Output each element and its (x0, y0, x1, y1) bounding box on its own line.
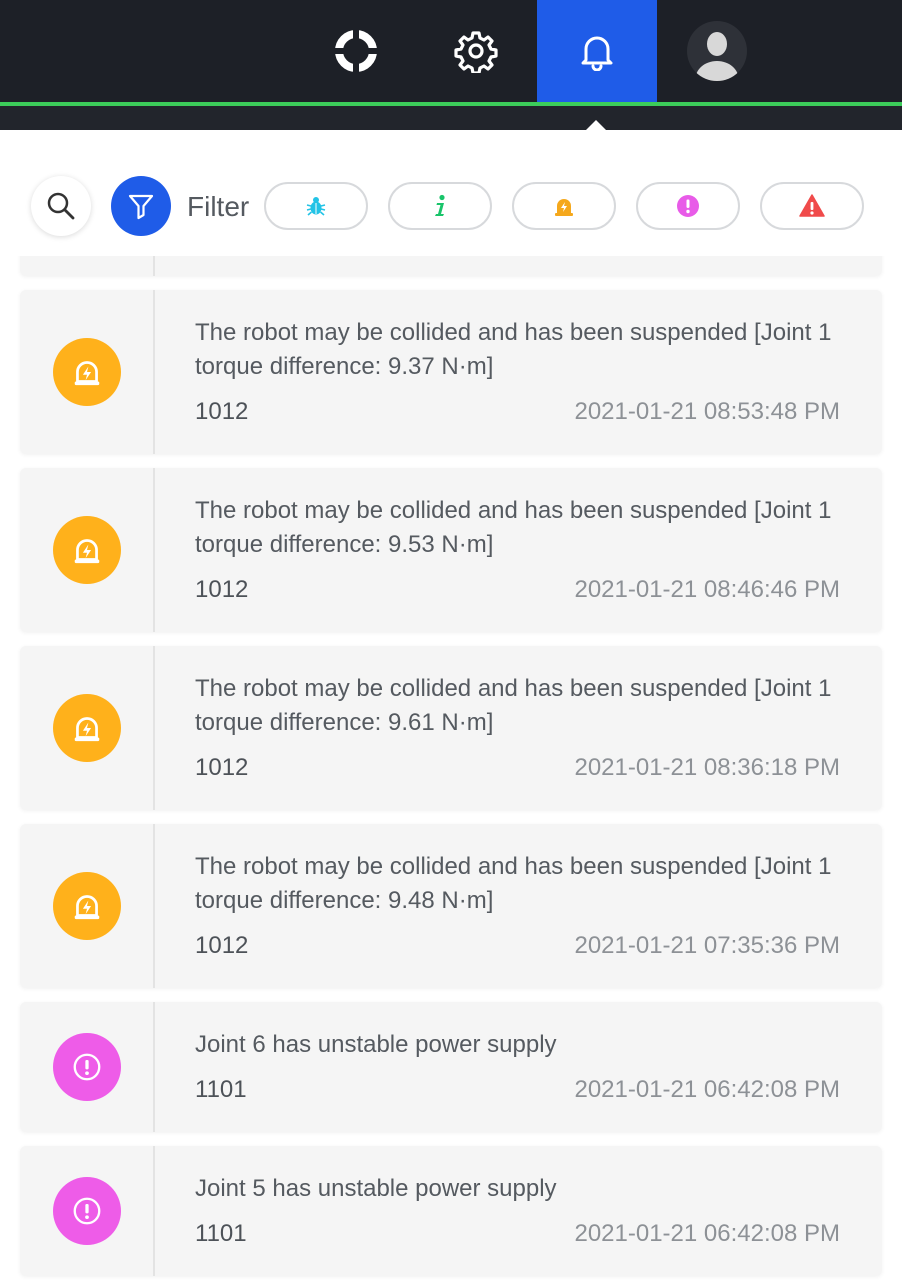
notification-card[interactable]: Joint 6 has unstable power supply 1101 2… (20, 1002, 882, 1132)
notification-time: 2021-01-21 07:35:36 PM (574, 932, 840, 959)
exclamation-circle-icon (73, 1053, 101, 1081)
notification-code: 1012 (195, 576, 249, 603)
warning-light-icon (555, 199, 573, 216)
notification-code: 1012 (195, 932, 249, 959)
notification-code: 1101 (195, 1076, 247, 1103)
card-divider (153, 1146, 155, 1276)
info-icon (435, 194, 445, 216)
notification-time: 2021-01-21 08:36:18 PM (574, 754, 840, 781)
notification-code: 1012 (195, 754, 249, 781)
notification-time: 2021-01-21 06:42:08 PM (574, 1076, 840, 1103)
card-divider (153, 290, 155, 454)
notification-code: 1012 (195, 398, 249, 425)
filter-chip-info[interactable] (388, 182, 492, 230)
filter-chip-warning[interactable] (512, 182, 616, 230)
bug-icon (306, 197, 326, 216)
search-icon (47, 192, 75, 220)
exclamation-circle-icon (73, 1197, 101, 1225)
warning-light-icon (74, 539, 100, 564)
warning-light-icon (74, 717, 100, 742)
notification-type-badge (53, 338, 121, 406)
filter-label: Filter (187, 191, 250, 222)
notification-card[interactable]: The robot may be collided and has been s… (20, 646, 882, 810)
popover-caret (586, 120, 606, 130)
card-divider (153, 646, 155, 810)
notification-type-badge (53, 1033, 121, 1101)
notification-time: 2021-01-21 08:53:48 PM (574, 398, 840, 425)
gear-icon (454, 31, 498, 73)
settings-button[interactable] (416, 0, 536, 102)
notification-card[interactable]: The robot may be collided and has been s… (20, 290, 882, 454)
filter-chip-error[interactable] (636, 182, 740, 230)
help-icon (335, 30, 377, 72)
filter-chip-debug[interactable] (264, 182, 368, 230)
notification-message: Joint 6 has unstable power supply (195, 1031, 557, 1058)
warning-light-icon (74, 361, 100, 386)
card-divider (153, 1002, 155, 1132)
card-divider (153, 824, 155, 988)
alert-triangle-icon (799, 194, 825, 217)
notification-card-partial (20, 256, 882, 276)
card-divider (153, 468, 155, 632)
warning-light-icon (74, 895, 100, 920)
card-divider (153, 256, 155, 276)
filter-row: Filter (0, 130, 902, 256)
notification-list[interactable]: The robot may be collided and has been s… (0, 256, 902, 1288)
notification-type-badge (53, 1177, 121, 1245)
filter-button[interactable] (111, 176, 171, 236)
notification-message: Joint 5 has unstable power supply (195, 1175, 557, 1202)
exclamation-circle-icon (677, 195, 699, 217)
notification-card[interactable]: The robot may be collided and has been s… (20, 468, 882, 632)
notification-type-badge (53, 872, 121, 940)
user-button[interactable] (657, 0, 777, 102)
notification-time: 2021-01-21 06:42:08 PM (574, 1220, 840, 1247)
notification-type-badge (53, 694, 121, 762)
top-nav-bar (0, 0, 902, 102)
avatar (687, 21, 747, 81)
search-button[interactable] (31, 176, 91, 236)
bell-icon (581, 36, 613, 71)
notification-message: The robot may be collided and has been s… (195, 497, 832, 558)
help-button[interactable] (296, 0, 416, 102)
notification-message: The robot may be collided and has been s… (195, 675, 832, 736)
notification-type-badge (53, 516, 121, 584)
sub-bar (0, 106, 902, 130)
notification-card[interactable]: The robot may be collided and has been s… (20, 824, 882, 988)
notification-card[interactable]: Joint 5 has unstable power supply 1101 2… (20, 1146, 882, 1276)
filter-chip-critical[interactable] (760, 182, 864, 230)
notifications-button[interactable] (537, 0, 657, 102)
notification-message: The robot may be collided and has been s… (195, 853, 832, 914)
funnel-icon (128, 194, 154, 220)
notification-code: 1101 (195, 1220, 247, 1247)
notification-message: The robot may be collided and has been s… (195, 319, 832, 380)
notification-time: 2021-01-21 08:46:46 PM (574, 576, 840, 603)
